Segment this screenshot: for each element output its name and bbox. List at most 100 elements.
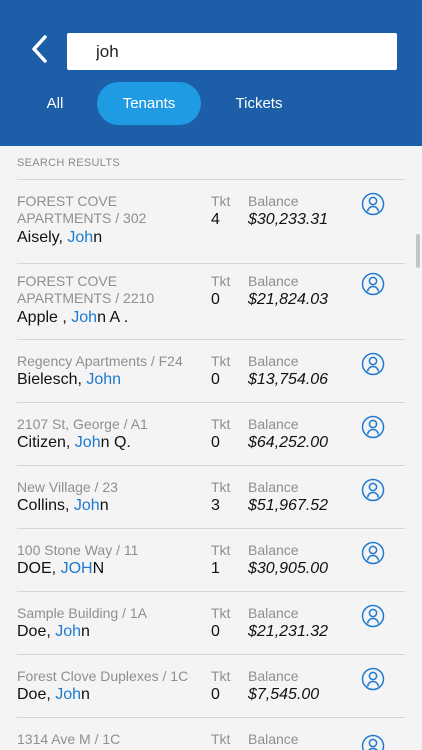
result-name: Citizen, John Q. <box>17 434 131 452</box>
result-location: 100 Stone Way / 11 <box>17 542 139 558</box>
result-location: Forest Clove Duplexes / 1C <box>17 668 189 684</box>
result-location: New Village / 23 <box>17 479 118 495</box>
tkt-label: Tkt <box>211 273 231 289</box>
user-circle-icon[interactable] <box>361 734 385 750</box>
balance-value: $21,824.03 <box>248 291 329 308</box>
result-location: 2107 St, George / A1 <box>17 416 148 432</box>
name-match: Joh <box>74 434 101 451</box>
results-list[interactable]: SEARCH RESULTS FOREST COVE APARTMENTS / … <box>0 146 422 750</box>
tkt-value: 0 <box>211 371 220 388</box>
balance-value: $13,754.06 <box>248 371 329 388</box>
name-text: Doe, <box>17 686 56 703</box>
tab-all[interactable]: All <box>30 82 80 125</box>
name-text: Apple , <box>17 309 72 326</box>
app-header: All Tenants Tickets <box>0 0 422 146</box>
name-match: Joh <box>71 309 98 326</box>
balance-label: Balance <box>248 668 299 684</box>
result-location: Regency Apartments / F24 <box>17 353 183 369</box>
tab-tenants[interactable]: Tenants <box>97 82 201 125</box>
balance-value: $7,545.00 <box>248 686 320 703</box>
tkt-label: Tkt <box>211 668 231 684</box>
tkt-value: 0 <box>211 434 220 451</box>
result-name: DOE, JOHN <box>17 560 104 578</box>
result-name: Bielesch, John <box>17 371 121 389</box>
section-title: SEARCH RESULTS <box>17 157 121 169</box>
tkt-label: Tkt <box>211 605 231 621</box>
name-text: n A . <box>97 309 129 326</box>
name-match: Joh <box>55 686 82 703</box>
name-text: n <box>81 686 90 703</box>
balance-label: Balance <box>248 273 299 289</box>
user-circle-icon[interactable] <box>361 478 385 502</box>
balance-label: Balance <box>248 193 299 209</box>
name-match: Joh <box>67 229 94 246</box>
name-text: Bielesch, <box>17 371 87 388</box>
balance-label: Balance <box>248 605 299 621</box>
name-match: JOH <box>60 560 93 577</box>
result-name: Aisely, John <box>17 229 102 247</box>
tkt-value: 0 <box>211 291 220 308</box>
user-circle-icon[interactable] <box>361 667 385 691</box>
user-circle-icon[interactable] <box>361 272 385 296</box>
result-location: Sample Building / 1A <box>17 605 147 621</box>
user-circle-icon[interactable] <box>361 415 385 439</box>
user-circle-icon[interactable] <box>361 604 385 628</box>
balance-value: $21,231.32 <box>248 623 329 640</box>
divider <box>17 528 405 529</box>
divider <box>17 339 405 340</box>
result-name: Doe, John <box>17 623 90 641</box>
balance-label: Balance <box>248 416 299 432</box>
divider <box>17 717 405 718</box>
balance-label: Balance <box>248 479 299 495</box>
tab-tickets[interactable]: Tickets <box>220 82 298 125</box>
name-text: Citizen, <box>17 434 75 451</box>
back-button[interactable] <box>28 32 54 66</box>
name-text: N <box>92 560 105 577</box>
tkt-label: Tkt <box>211 731 231 747</box>
result-location: FOREST COVE APARTMENTS / 302 <box>17 193 147 226</box>
name-text: n <box>93 229 103 246</box>
tkt-label: Tkt <box>211 542 231 558</box>
name-match: Joh <box>55 623 82 640</box>
result-location: 1314 Ave M / 1C <box>17 731 121 747</box>
name-text: Collins, <box>17 497 74 514</box>
divider <box>17 402 405 403</box>
divider <box>17 263 405 264</box>
balance-value: $30,233.31 <box>248 211 329 228</box>
chevron-left-icon <box>32 35 47 63</box>
balance-value: $30,905.00 <box>248 560 329 577</box>
name-text: Doe, <box>17 623 56 640</box>
tkt-value: 1 <box>211 560 220 577</box>
divider <box>17 465 405 466</box>
divider <box>17 591 405 592</box>
search-input[interactable] <box>67 33 397 70</box>
balance-value: $51,967.52 <box>248 497 329 514</box>
user-circle-icon[interactable] <box>361 541 385 565</box>
tkt-value: 3 <box>211 497 220 514</box>
balance-value: $64,252.00 <box>248 434 329 451</box>
result-name: Doe, John <box>17 686 90 704</box>
tkt-label: Tkt <box>211 479 231 495</box>
tkt-label: Tkt <box>211 416 231 432</box>
name-text: n Q. <box>100 434 131 451</box>
result-location: FOREST COVE APARTMENTS / 2210 <box>17 273 155 306</box>
name-text: Aisely, <box>17 229 68 246</box>
name-text: n <box>81 623 90 640</box>
result-name: Collins, John <box>17 497 109 515</box>
user-circle-icon[interactable] <box>361 352 385 376</box>
balance-label: Balance <box>248 353 299 369</box>
name-text: n <box>99 497 109 514</box>
user-circle-icon[interactable] <box>361 192 385 216</box>
name-match: Joh <box>73 497 100 514</box>
name-text: DOE, <box>17 560 61 577</box>
balance-label: Balance <box>248 731 299 747</box>
tkt-label: Tkt <box>211 353 231 369</box>
tkt-label: Tkt <box>211 193 231 209</box>
name-match: John <box>86 371 122 388</box>
balance-label: Balance <box>248 542 299 558</box>
divider <box>17 654 405 655</box>
tkt-value: 0 <box>211 686 220 703</box>
result-name: Apple , John A . <box>17 309 128 327</box>
tkt-value: 4 <box>211 211 220 228</box>
scrollbar[interactable] <box>416 234 420 268</box>
